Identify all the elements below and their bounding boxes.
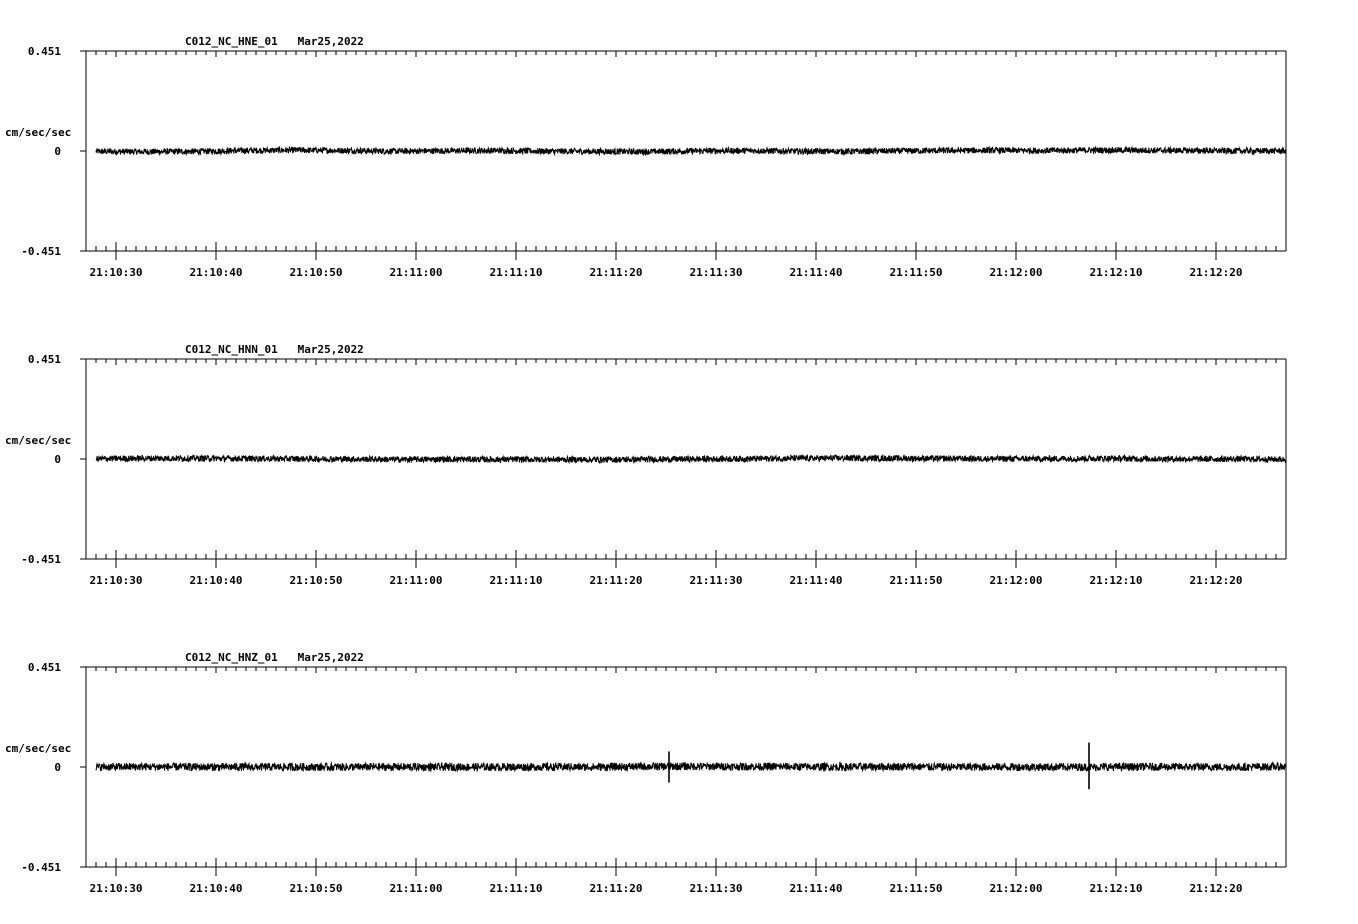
x-tick-label: 21:12:00 bbox=[990, 574, 1043, 587]
panel-title: C012_NC_HNZ_01 Mar25,2022 bbox=[185, 651, 364, 664]
x-tick-label: 21:11:50 bbox=[890, 266, 943, 279]
y-tick-label-min: -0.451 bbox=[21, 861, 61, 874]
waveform-trace bbox=[95, 145, 1287, 157]
y-tick-label-min: -0.451 bbox=[21, 553, 61, 566]
panel-title: C012_NC_HNN_01 Mar25,2022 bbox=[185, 343, 364, 356]
y-axis-label: cm/sec/sec bbox=[5, 434, 71, 447]
x-tick-label: 21:12:10 bbox=[1090, 574, 1143, 587]
x-tick-labels: 21:10:30 21:10:40 21:10:50 21:11:00 21:11:10… bbox=[90, 882, 1243, 895]
seismogram-figure: C012_NC_HNE_01 Mar25,2022 cm/sec/sec 0.4… bbox=[5, 35, 1287, 895]
x-tick-label: 21:11:10 bbox=[490, 882, 543, 895]
x-tick-label: 21:12:20 bbox=[1190, 882, 1243, 895]
x-tick-label: 21:10:40 bbox=[190, 882, 243, 895]
x-tick-labels: 21:10:30 21:10:40 21:10:50 21:11:00 21:11:10… bbox=[90, 266, 1243, 279]
x-tick-label: 21:11:20 bbox=[590, 882, 643, 895]
waveform-line bbox=[95, 453, 1287, 465]
waveform-line bbox=[95, 145, 1287, 157]
y-axis-label: cm/sec/sec bbox=[5, 126, 71, 139]
plot-frame bbox=[80, 358, 1287, 568]
x-tick-label: 21:11:00 bbox=[390, 882, 443, 895]
y-tick-label-min: -0.451 bbox=[21, 245, 61, 258]
x-tick-label: 21:11:50 bbox=[890, 882, 943, 895]
waveform-line bbox=[95, 761, 1287, 773]
x-tick-label: 21:12:10 bbox=[1090, 882, 1143, 895]
y-tick-label-zero: 0 bbox=[54, 145, 61, 158]
x-tick-label: 21:11:40 bbox=[790, 882, 843, 895]
x-tick-label: 21:11:20 bbox=[590, 574, 643, 587]
panel-hne: C012_NC_HNE_01 Mar25,2022 cm/sec/sec 0.4… bbox=[5, 35, 1287, 279]
x-tick-label: 21:10:30 bbox=[90, 882, 143, 895]
waveform-trace bbox=[95, 742, 1287, 790]
x-tick-label: 21:10:40 bbox=[190, 266, 243, 279]
panel-hnn: C012_NC_HNN_01 Mar25,2022 cm/sec/sec 0.4… bbox=[5, 343, 1287, 587]
plot-frame bbox=[80, 666, 1287, 876]
x-tick-label: 21:11:40 bbox=[790, 266, 843, 279]
x-tick-labels: 21:10:30 21:10:40 21:10:50 21:11:00 21:11:10… bbox=[90, 574, 1243, 587]
x-tick-label: 21:12:00 bbox=[990, 882, 1043, 895]
x-tick-label: 21:11:30 bbox=[690, 882, 743, 895]
y-tick-label-max: 0.451 bbox=[28, 661, 61, 674]
x-tick-label: 21:11:00 bbox=[390, 574, 443, 587]
y-axis-label: cm/sec/sec bbox=[5, 742, 71, 755]
x-tick-label: 21:10:30 bbox=[90, 574, 143, 587]
x-tick-label: 21:11:30 bbox=[690, 574, 743, 587]
x-tick-label: 21:12:10 bbox=[1090, 266, 1143, 279]
x-tick-label: 21:10:50 bbox=[290, 266, 343, 279]
y-tick-label-zero: 0 bbox=[54, 453, 61, 466]
x-tick-label: 21:10:30 bbox=[90, 266, 143, 279]
y-tick-label-zero: 0 bbox=[54, 761, 61, 774]
waveform-trace bbox=[95, 453, 1287, 465]
x-tick-label: 21:12:20 bbox=[1190, 266, 1243, 279]
x-tick-label: 21:11:50 bbox=[890, 574, 943, 587]
y-tick-label-max: 0.451 bbox=[28, 353, 61, 366]
x-tick-label: 21:11:30 bbox=[690, 266, 743, 279]
panel-title: C012_NC_HNE_01 Mar25,2022 bbox=[185, 35, 364, 48]
x-tick-label: 21:11:10 bbox=[490, 574, 543, 587]
panel-hnz: C012_NC_HNZ_01 Mar25,2022 cm/sec/sec 0.4… bbox=[5, 651, 1287, 895]
x-tick-label: 21:11:20 bbox=[590, 266, 643, 279]
x-tick-label: 21:11:40 bbox=[790, 574, 843, 587]
x-tick-label: 21:10:50 bbox=[290, 574, 343, 587]
x-tick-label: 21:10:40 bbox=[190, 574, 243, 587]
plot-frame bbox=[80, 50, 1287, 260]
x-tick-label: 21:11:10 bbox=[490, 266, 543, 279]
x-tick-label: 21:12:20 bbox=[1190, 574, 1243, 587]
x-tick-label: 21:12:00 bbox=[990, 266, 1043, 279]
x-tick-label: 21:11:00 bbox=[390, 266, 443, 279]
x-tick-label: 21:10:50 bbox=[290, 882, 343, 895]
y-tick-label-max: 0.451 bbox=[28, 45, 61, 58]
